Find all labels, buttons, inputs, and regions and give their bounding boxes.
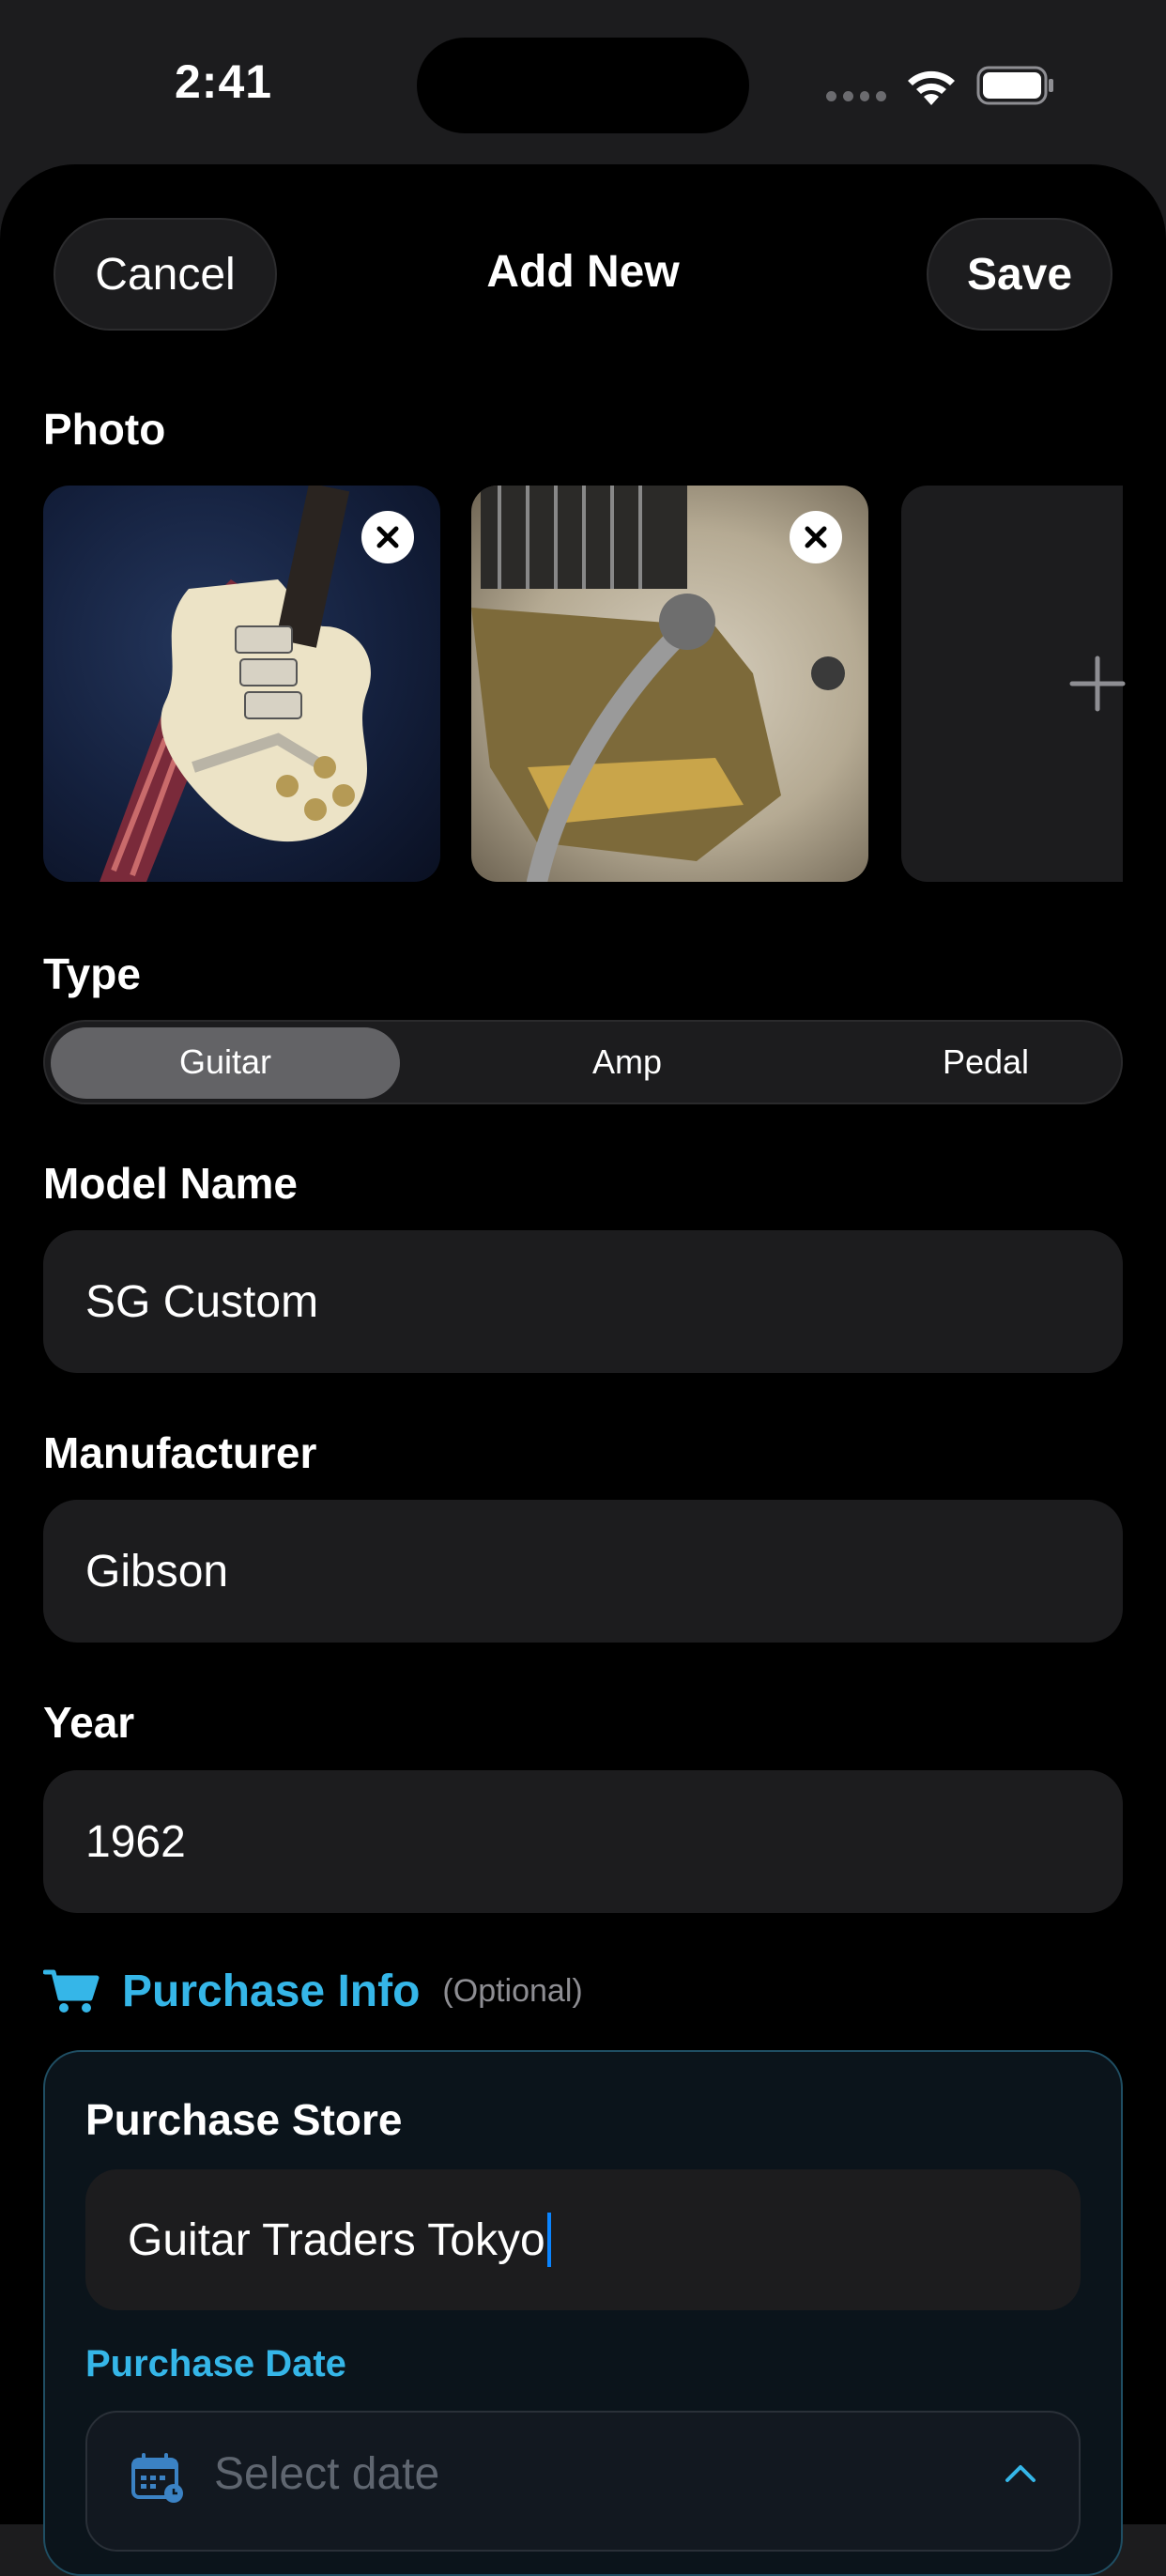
text-cursor: [546, 2213, 551, 2267]
segment-pedal[interactable]: Pedal: [807, 1022, 1164, 1103]
add-photo-button[interactable]: [901, 486, 1126, 882]
status-bar: 2:41: [0, 0, 1166, 164]
type-label: Type: [43, 949, 141, 998]
photo-label: Photo: [43, 405, 166, 454]
calendar-icon: [131, 2453, 183, 2503]
purchase-store-field[interactable]: Guitar Traders Tokyo: [85, 2169, 1081, 2310]
chevron-up-icon: [1005, 2465, 1036, 2482]
purchase-info-title: Purchase Info: [122, 1966, 421, 2016]
plus-icon: [1069, 656, 1126, 712]
close-icon: [376, 526, 399, 548]
type-segmented-control: Guitar Amp Pedal: [43, 1020, 1123, 1104]
manufacturer-label: Manufacturer: [43, 1428, 317, 1477]
purchase-date-placeholder: Select date: [214, 2449, 440, 2499]
purchase-date-label: Purchase Date: [85, 2343, 346, 2384]
remove-photo-1-button[interactable]: [361, 511, 414, 563]
segment-guitar[interactable]: Guitar: [51, 1022, 400, 1103]
segment-amp[interactable]: Amp: [449, 1022, 805, 1103]
status-time: 2:41: [175, 55, 273, 108]
purchase-store-value: Guitar Traders Tokyo: [128, 2214, 545, 2265]
wifi-icon: [908, 70, 955, 105]
year-label: Year: [43, 1698, 135, 1747]
model-name-label: Model Name: [43, 1159, 298, 1208]
purchase-info-header[interactable]: Purchase Info (Optional): [43, 1958, 583, 2024]
remove-photo-2-button[interactable]: [790, 511, 842, 563]
save-button[interactable]: Save: [927, 218, 1112, 331]
purchase-date-picker[interactable]: Select date: [85, 2411, 1081, 2552]
close-icon: [805, 526, 827, 548]
dynamic-island: [417, 38, 749, 133]
cellular-signal-icon: [826, 91, 886, 104]
year-field[interactable]: 1962: [43, 1770, 1123, 1913]
optional-note: (Optional): [442, 1972, 583, 2009]
manufacturer-field[interactable]: Gibson: [43, 1500, 1123, 1643]
cart-icon: [43, 1969, 100, 2013]
model-name-field[interactable]: SG Custom: [43, 1230, 1123, 1373]
battery-icon: [976, 66, 1053, 105]
purchase-store-label: Purchase Store: [85, 2095, 403, 2144]
